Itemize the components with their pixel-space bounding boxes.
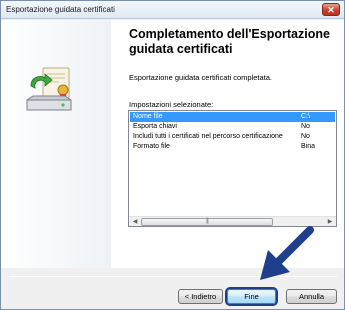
title-bar[interactable]: Esportazione guidata certificati ✕: [1, 1, 344, 19]
setting-value: No: [301, 123, 310, 130]
close-icon[interactable]: ✕: [322, 3, 340, 16]
scroll-left-icon[interactable]: ◀: [130, 218, 140, 226]
window-title: Esportazione guidata certificati: [6, 5, 115, 14]
finish-button[interactable]: Fine: [227, 289, 276, 304]
scroll-right-icon[interactable]: ▶: [325, 218, 335, 226]
completion-message: Esportazione guidata certificati complet…: [129, 73, 272, 82]
page-title: Completamento dell'Esportazione guidata …: [129, 27, 330, 56]
horizontal-scrollbar[interactable]: ◀ ||| ▶: [129, 216, 336, 226]
settings-label: Impostazioni selezionate:: [129, 100, 214, 109]
setting-name: Nome file: [133, 113, 163, 120]
setting-value: No: [301, 133, 310, 140]
wizard-side-panel: [1, 20, 111, 268]
list-item[interactable]: Includi tutti i certificati nel percorso…: [130, 132, 335, 142]
list-item[interactable]: Formato file Bina: [130, 142, 335, 152]
setting-name: Includi tutti i certificati nel percorso…: [133, 133, 283, 140]
cancel-button[interactable]: Annulla: [286, 289, 337, 304]
setting-name: Esporta chiavi: [133, 123, 177, 130]
list-item[interactable]: Esporta chiavi No: [130, 122, 335, 132]
back-button[interactable]: < Indietro: [178, 289, 223, 304]
selected-settings-list[interactable]: Nome file C:\ Esporta chiavi No Includi …: [128, 110, 337, 227]
pointer-arrow-icon: [260, 226, 314, 280]
setting-value: Bina: [301, 143, 316, 150]
scrollbar-thumb[interactable]: |||: [141, 218, 273, 226]
certificate-export-icon: [26, 67, 72, 111]
setting-value: C:\: [301, 113, 310, 120]
list-item[interactable]: Nome file C:\: [130, 112, 335, 122]
setting-name: Formato file: [133, 143, 170, 150]
